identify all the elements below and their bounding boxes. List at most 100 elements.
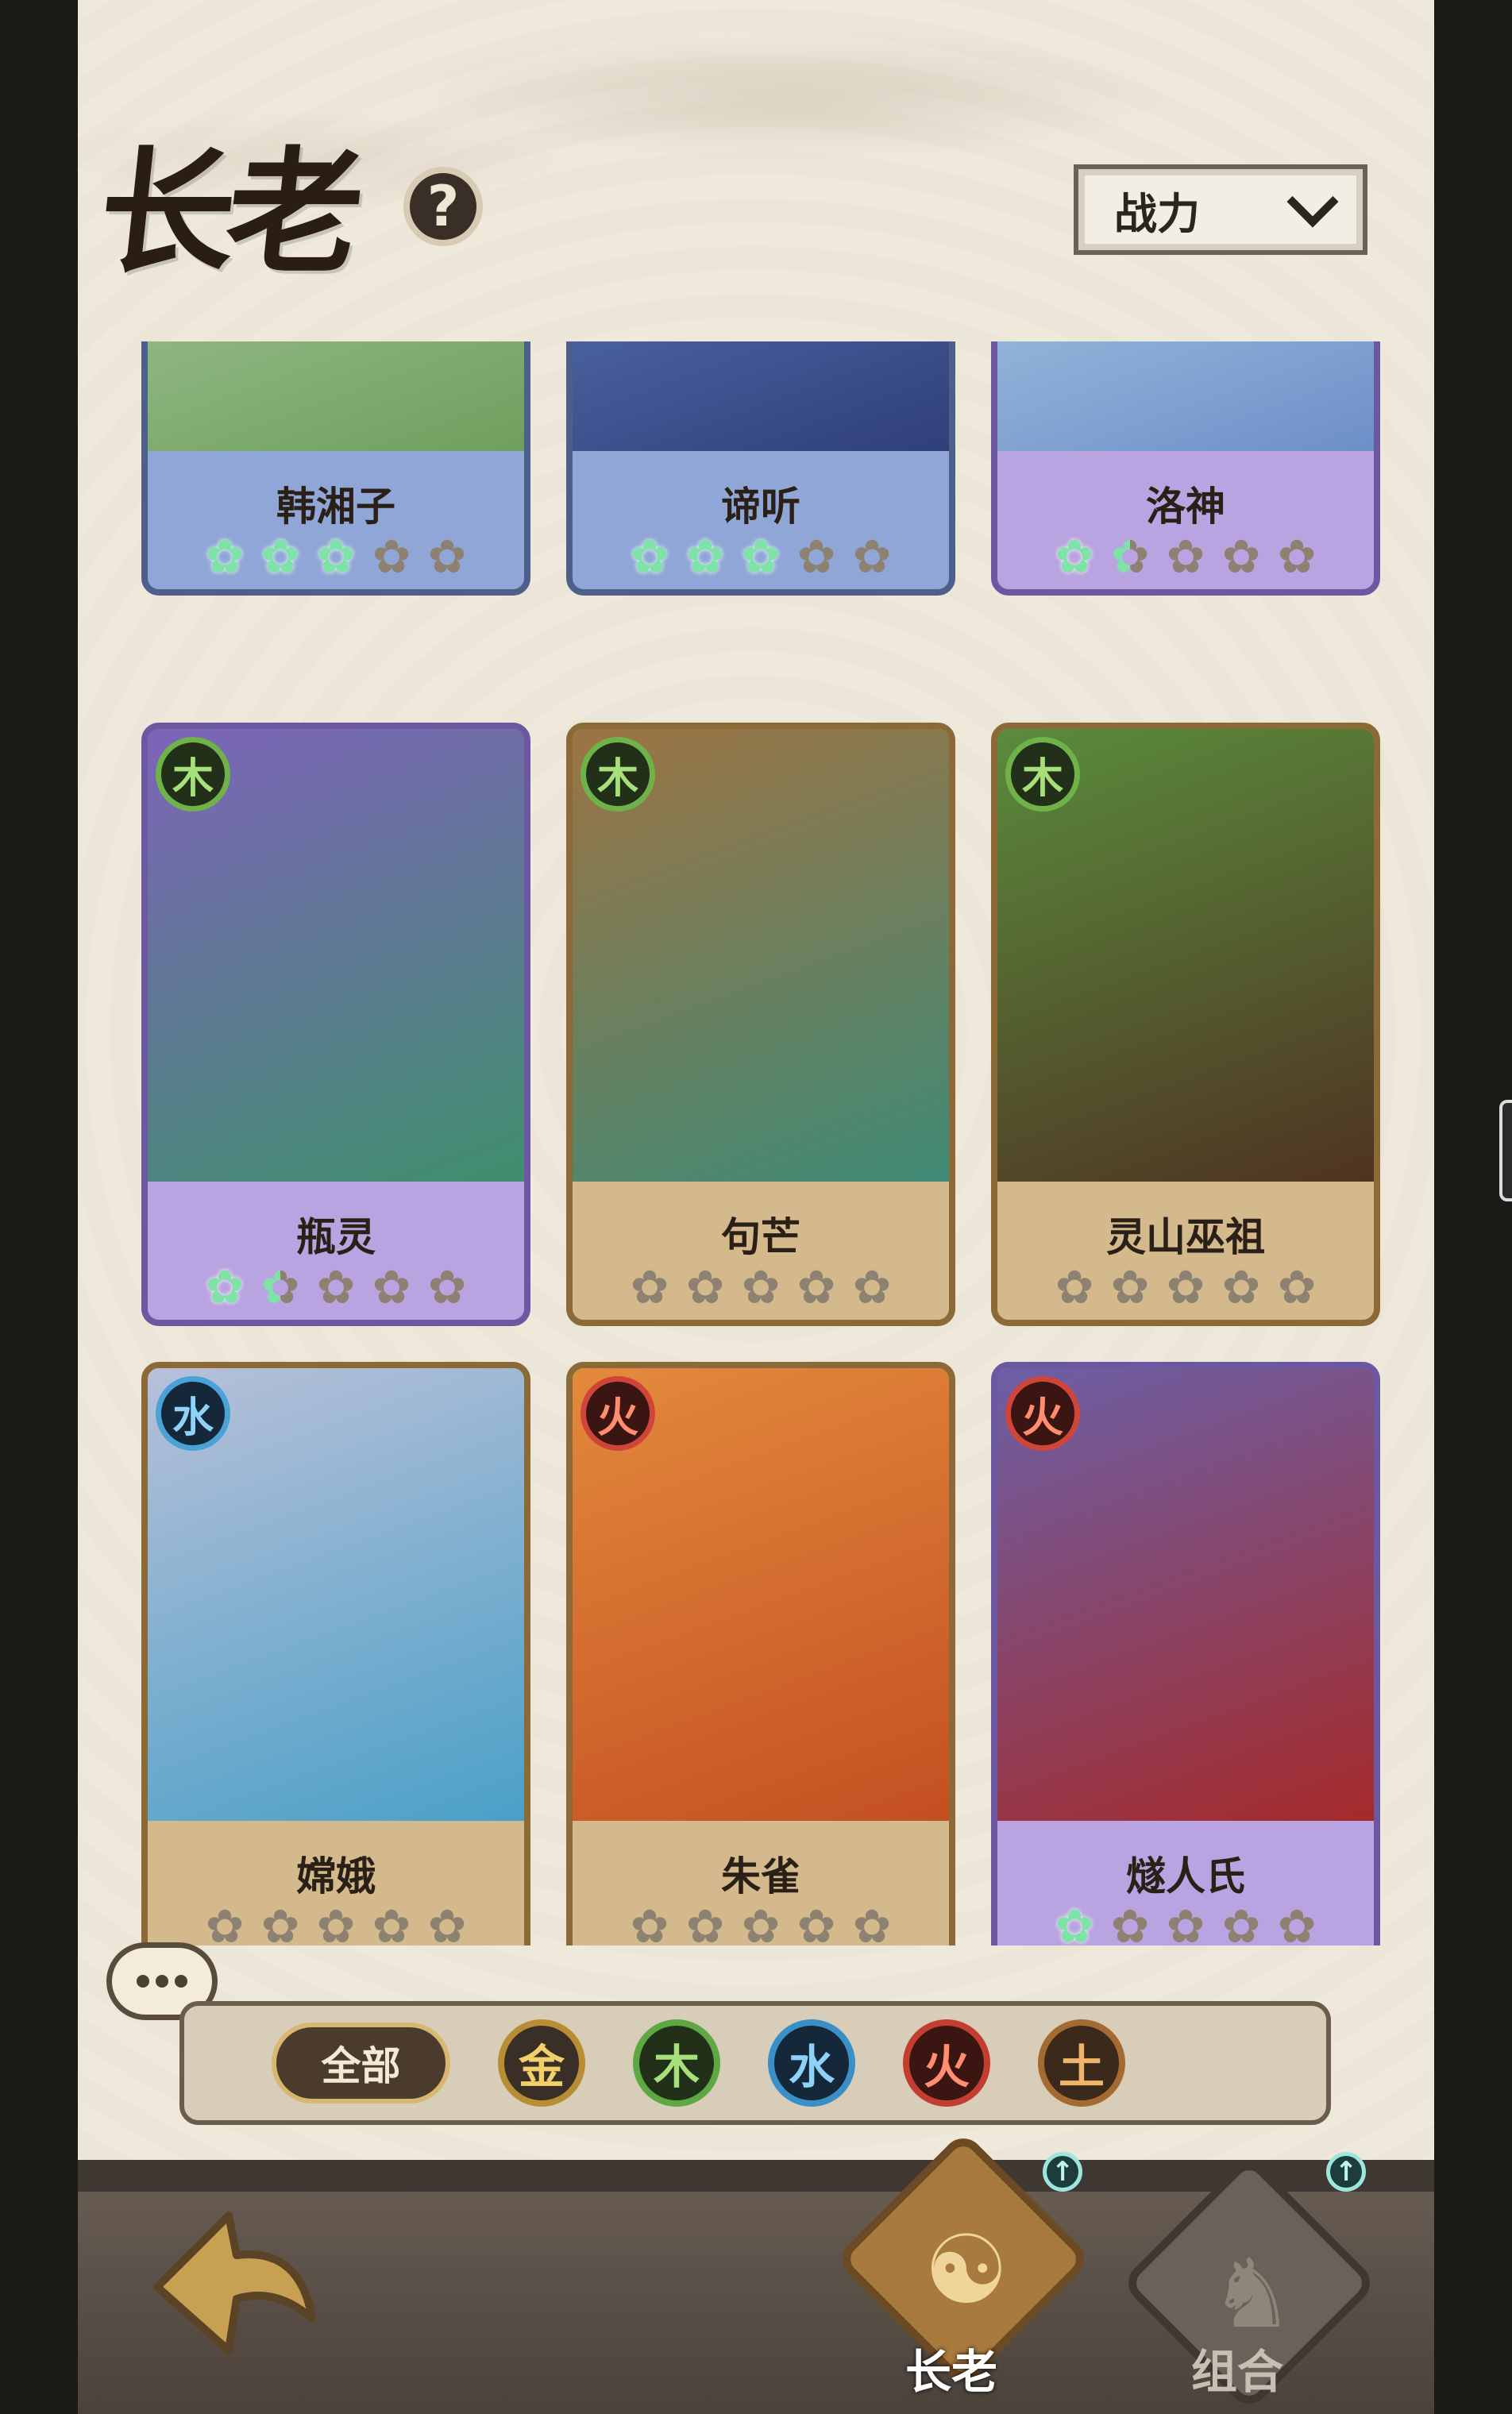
- help-icon[interactable]: ?: [403, 167, 483, 246]
- star-icon: ✿: [1055, 530, 1094, 584]
- star-icon: ✿: [741, 1260, 781, 1314]
- star-icon: ✿: [852, 1260, 892, 1314]
- star-icon: ✿: [372, 1260, 411, 1314]
- character-name: 句芒: [721, 1214, 800, 1260]
- star-icon: ✿: [372, 1899, 411, 1945]
- tab-combination-label: 组合: [1191, 2345, 1284, 2399]
- star-rating: ✿ ✿ ✿ ✿ ✿: [148, 532, 524, 581]
- element-badge: 火: [1005, 1376, 1080, 1451]
- elder-card[interactable]: 韩湘子 ✿ ✿ ✿ ✿ ✿: [141, 341, 530, 596]
- star-rating: ✿ ✿ ✿ ✿ ✿: [148, 1263, 524, 1312]
- elder-card-grid: 韩湘子 ✿ ✿ ✿ ✿ ✿ 谛听 ✿ ✿ ✿ ✿ ✿ 洛神 ✿ ✿ ✿ ✿ ✿ 木瓶灵 ✿ ✿ ✿ ✿ ✿ 木句芒 ✿ ✿ ✿ ✿ ✿ 木灵…: [78, 341, 1434, 1945]
- star-icon: ✿: [741, 1899, 781, 1945]
- filter-wood-button[interactable]: 木: [633, 2019, 720, 2107]
- elder-card[interactable]: 水嫦娥 ✿ ✿ ✿ ✿ ✿: [141, 1362, 530, 1945]
- star-icon: ✿: [1221, 1899, 1261, 1945]
- star-icon: ✿: [741, 530, 781, 584]
- character-portrait: [148, 341, 524, 451]
- element-badge: 木: [156, 737, 230, 812]
- character-name: 洛神: [1146, 484, 1225, 530]
- sort-dropdown-label: 战力: [1114, 188, 1200, 239]
- star-icon: ✿: [427, 1260, 467, 1314]
- star-icon: ✿: [630, 530, 669, 584]
- filter-water-button[interactable]: 水: [768, 2019, 855, 2107]
- star-icon: ✿: [260, 530, 300, 584]
- chevron-down-icon: [1286, 175, 1339, 228]
- group-silhouette-icon: ♞: [1209, 2239, 1295, 2350]
- star-icon: ✿: [1277, 1899, 1317, 1945]
- upgrade-indicator-icon: ↑: [1326, 2152, 1366, 2192]
- back-arrow-icon[interactable]: [141, 2200, 324, 2366]
- star-icon: ✿: [796, 1899, 836, 1945]
- star-icon: ✿: [685, 1899, 725, 1945]
- character-name: 灵山巫祖: [1106, 1214, 1265, 1260]
- element-badge: 木: [580, 737, 655, 812]
- element-filter-bar: 全部 金 木 水 火 土: [179, 2001, 1331, 2125]
- star-rating: ✿ ✿ ✿ ✿ ✿: [573, 1263, 949, 1312]
- star-icon: ✿: [1277, 530, 1317, 584]
- star-rating: ✿ ✿ ✿ ✿ ✿: [997, 1902, 1374, 1945]
- star-rating: ✿ ✿ ✿ ✿ ✿: [997, 532, 1374, 581]
- star-icon: ✿: [1055, 1899, 1094, 1945]
- star-icon: ✿: [796, 530, 836, 584]
- elder-card[interactable]: 火朱雀 ✿ ✿ ✿ ✿ ✿: [566, 1362, 955, 1945]
- star-icon: ✿: [260, 1899, 300, 1945]
- elder-card[interactable]: 火燧人氏 ✿ ✿ ✿ ✿ ✿: [991, 1362, 1380, 1945]
- filter-metal-button[interactable]: 金: [498, 2019, 585, 2107]
- star-icon: ✿: [427, 1899, 467, 1945]
- star-icon: ✿: [205, 1260, 245, 1314]
- star-rating: ✿ ✿ ✿ ✿ ✿: [997, 1263, 1374, 1312]
- elder-card[interactable]: 木瓶灵 ✿ ✿ ✿ ✿ ✿: [141, 723, 530, 1326]
- element-badge: 火: [580, 1376, 655, 1451]
- star-icon: ✿: [1166, 530, 1205, 584]
- elder-card[interactable]: 木灵山巫祖 ✿ ✿ ✿ ✿ ✿: [991, 723, 1380, 1326]
- filter-fire-button[interactable]: 火: [903, 2019, 990, 2107]
- star-icon: ✿: [427, 530, 467, 584]
- star-icon: ✿: [796, 1260, 836, 1314]
- star-icon: ✿: [1110, 1899, 1150, 1945]
- star-icon: ✿: [1166, 1260, 1205, 1314]
- character-name: 朱雀: [721, 1853, 800, 1899]
- star-icon: ✿: [685, 1260, 725, 1314]
- star-rating: ✿ ✿ ✿ ✿ ✿: [573, 532, 949, 581]
- star-icon: ✿: [685, 530, 725, 584]
- star-icon: ✿: [630, 1260, 669, 1314]
- element-badge: 木: [1005, 737, 1080, 812]
- star-icon: ✿: [852, 530, 892, 584]
- filter-earth-button[interactable]: 土: [1038, 2019, 1125, 2107]
- star-icon: ✿: [852, 1899, 892, 1945]
- star-icon: ✿: [316, 1899, 356, 1945]
- upgrade-indicator-icon: ↑: [1043, 2152, 1082, 2192]
- character-name: 韩湘子: [276, 484, 395, 530]
- screen-edge: [1434, 0, 1512, 2414]
- character-name: 嫦娥: [296, 1853, 376, 1899]
- elder-card[interactable]: 木句芒 ✿ ✿ ✿ ✿ ✿: [566, 723, 955, 1326]
- star-icon: ✿: [1055, 1260, 1094, 1314]
- element-badge: 水: [156, 1376, 230, 1451]
- star-icon: ✿: [316, 530, 356, 584]
- sort-dropdown[interactable]: 战力: [1074, 164, 1367, 255]
- elder-card[interactable]: 谛听 ✿ ✿ ✿ ✿ ✿: [566, 341, 955, 596]
- star-rating: ✿ ✿ ✿ ✿ ✿: [573, 1902, 949, 1945]
- character-portrait: [997, 341, 1374, 451]
- star-icon: ✿: [630, 1899, 669, 1945]
- elder-card[interactable]: 洛神 ✿ ✿ ✿ ✿ ✿: [991, 341, 1380, 596]
- character-portrait: [573, 341, 949, 451]
- star-icon: ✿: [316, 1260, 356, 1314]
- star-icon: ✿: [1166, 1899, 1205, 1945]
- star-icon: ✿: [1110, 1260, 1150, 1314]
- star-rating: ✿ ✿ ✿ ✿ ✿: [148, 1902, 524, 1945]
- character-name: 瓶灵: [296, 1214, 376, 1260]
- character-name: 燧人氏: [1126, 1853, 1245, 1899]
- star-icon: ✿: [205, 1899, 245, 1945]
- star-icon: ✿: [1221, 530, 1261, 584]
- page-title: 长老: [91, 133, 363, 292]
- star-icon: ✿: [372, 530, 411, 584]
- side-drawer-handle[interactable]: [1499, 1100, 1512, 1201]
- tab-elder-label: 长老: [905, 2345, 998, 2399]
- star-icon: ✿: [256, 1263, 305, 1312]
- filter-all-button[interactable]: 全部: [272, 2023, 450, 2104]
- star-icon: ✿: [1105, 532, 1155, 581]
- game-screen: 长老 ? 战力 韩湘子 ✿ ✿ ✿ ✿ ✿ 谛听 ✿ ✿ ✿ ✿ ✿ 洛神 ✿ ✿ ✿ ✿ ✿ 木瓶灵 ✿ ✿ ✿ ✿ ✿ 木句…: [78, 0, 1434, 2414]
- elder-silhouette-icon: ☯: [924, 2215, 1009, 2326]
